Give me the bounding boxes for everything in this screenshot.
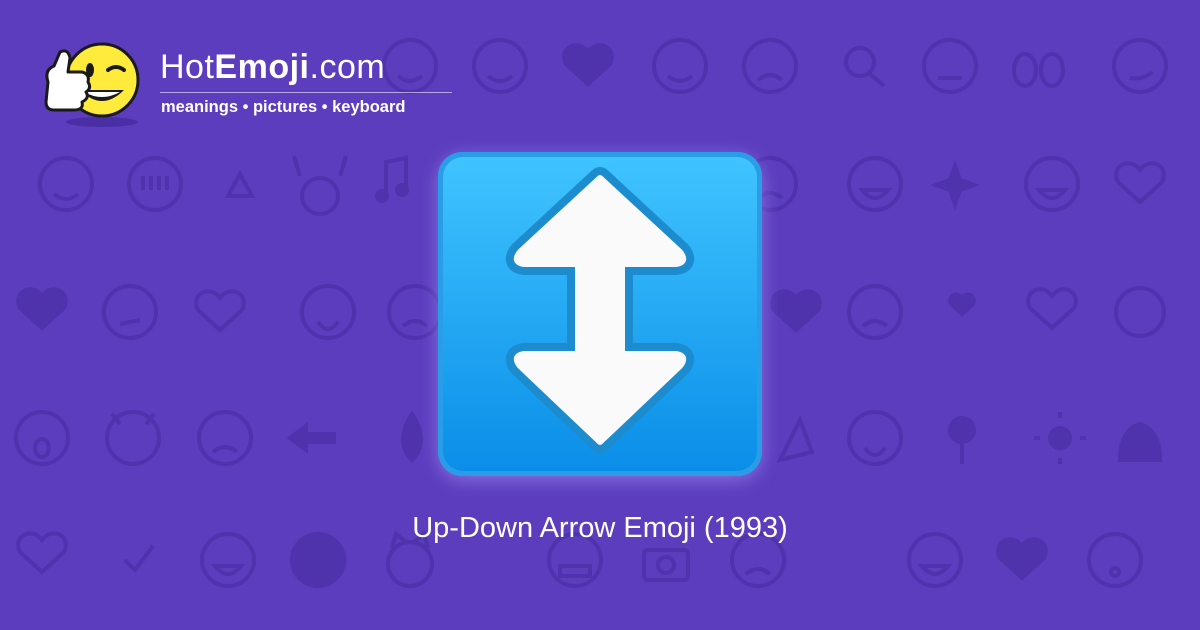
bg-hearts-icon [948,292,976,317]
bg-heart-icon [996,537,1048,581]
bg-anguished-face-icon [742,38,798,94]
bg-camera-icon [642,548,690,582]
bg-sparkles-icon [930,160,980,210]
bg-sun-icon [1034,412,1086,464]
bg-striped-heart-icon [194,289,246,333]
bg-check-mark-icon [123,544,155,574]
bg-smiley-icon [652,38,708,94]
bg-angry-face-icon [197,410,253,466]
bg-flexed-biceps-icon [1117,421,1163,462]
bg-heart-icon [562,43,614,87]
bg-smiley-icon [472,38,528,94]
bg-raised-hands-icon [292,155,348,216]
site-name-hot: Hot [160,48,215,86]
bg-tongue-face-icon [300,284,356,340]
emoji-title: Up-Down Arrow Emoji (1993) [412,512,788,544]
thumbs-up-winking-face-icon [44,42,140,127]
bg-neutral-face-icon [922,38,978,94]
site-name-emoji: Emoji [214,48,310,86]
bg-confetti-icon [776,415,815,463]
bg-eyes-icon [1012,52,1065,88]
bg-ok-hand-icon [844,46,886,88]
site-name[interactable]: HotEmoji.com [160,48,385,87]
bg-striped-heart-icon [1114,161,1166,205]
bg-devil-face-icon [105,410,161,466]
bg-monkey-icon [1114,286,1166,338]
bg-weary-face-icon [847,284,903,340]
up-down-arrow-icon [438,152,762,480]
site-tagline: meanings • pictures • keyboard [161,98,406,116]
bg-smirk-face-icon [1112,38,1168,94]
bg-scream-face-icon [14,410,70,466]
bg-relieved-face-icon [38,156,94,212]
bg-rose-icon [948,416,976,464]
site-logo[interactable]: HotEmoji.com meanings • pictures • keybo… [40,36,470,136]
bg-broken-heart-icon [16,287,68,331]
bg-left-arrow-icon [286,422,336,454]
bg-recycle-icon [224,169,256,198]
bg-fire-icon [401,410,423,463]
bg-confused-face-icon [102,284,158,340]
bg-face-icon [127,156,183,212]
bg-heart-arrow-icon [770,289,822,333]
bg-grin-face-icon [847,156,903,212]
bg-music-notes-icon [375,155,409,203]
bg-heart-icon [1026,287,1078,331]
bg-tongue-face-icon [847,410,903,466]
site-name-domain: .com [309,48,386,86]
logo-divider [160,92,452,93]
bg-grin-face-icon [1024,156,1080,212]
